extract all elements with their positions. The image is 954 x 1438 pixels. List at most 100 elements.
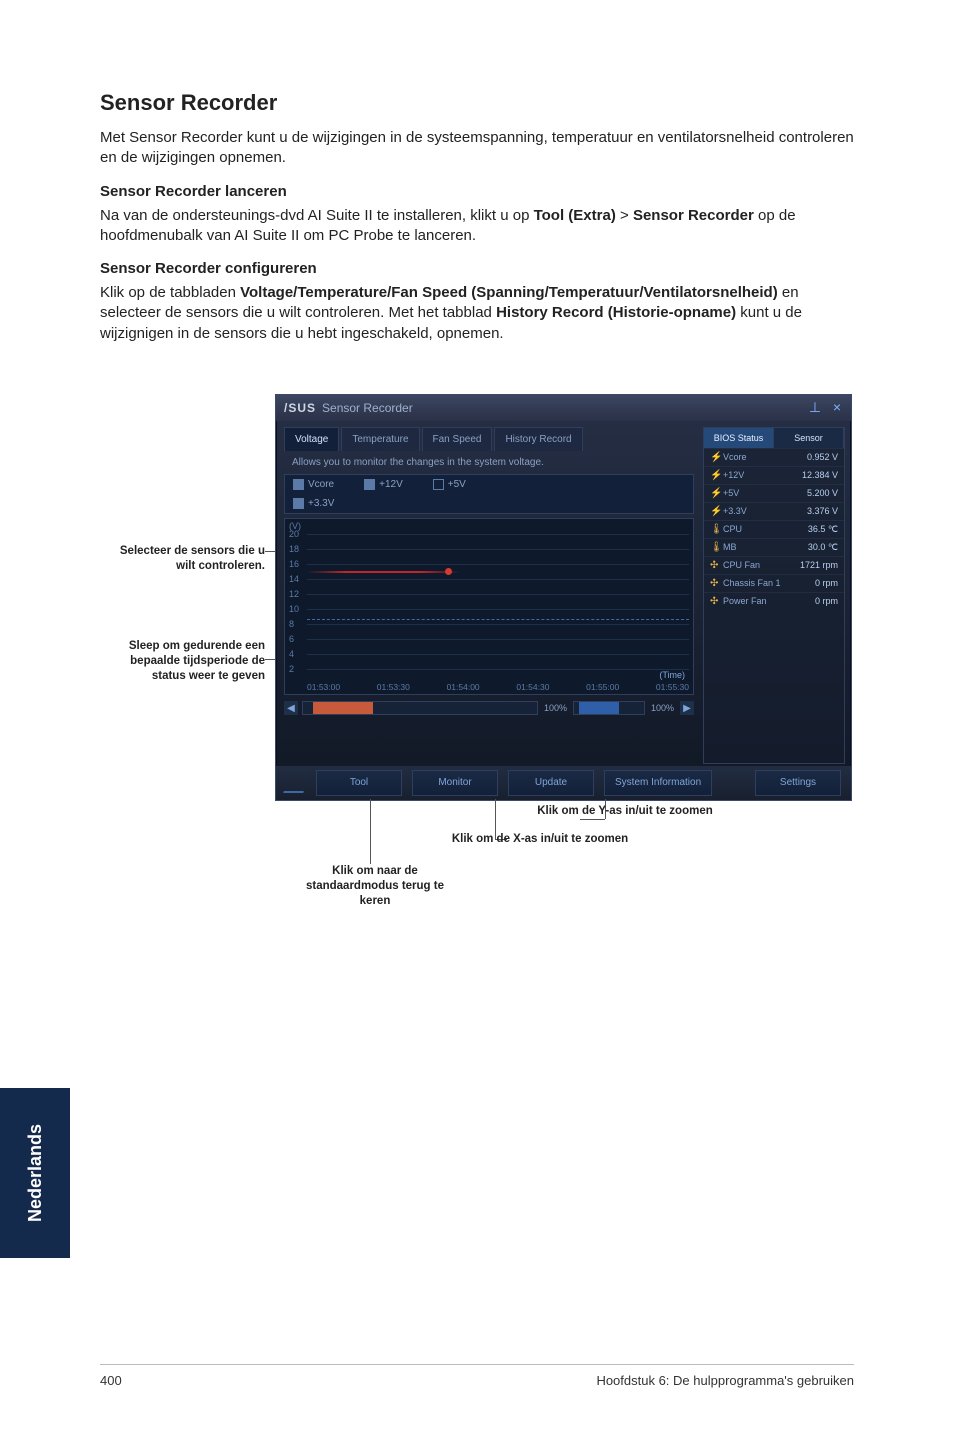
caption-text: Selecteer de sensors die u wilt controle… [120, 545, 265, 572]
check-p33v[interactable]: +3.3V [293, 498, 334, 509]
close-icon[interactable]: × [829, 399, 845, 415]
checkbox-icon [293, 498, 304, 509]
status-row: 🌡MB30.0 ℃ [704, 538, 844, 556]
timeline-scrollbar: ◀ 100% 100% ▶ [284, 698, 694, 718]
text: Klik op de tabbladen [100, 284, 240, 301]
chart-area: (V) 20 18 16 14 12 10 8 6 [284, 518, 694, 695]
text-bold: Tool (Extra) [534, 207, 616, 224]
status-value: 36.5 ℃ [808, 524, 838, 535]
callout-zoom-x: Klik om de X-as in/uit te zoomen [440, 832, 640, 847]
bottombar-settings[interactable]: Settings [755, 770, 841, 796]
ytick: 4 [289, 649, 294, 659]
asus-logo-icon [283, 773, 308, 793]
ytick: 18 [289, 544, 299, 554]
chapter-title: Hoofdstuk 6: De hulpprogramma's gebruike… [596, 1373, 854, 1388]
x-ticks: 01:53:00 01:53:30 01:54:00 01:54:30 01:5… [307, 682, 689, 692]
brand-text: /SUS [284, 401, 316, 415]
callout-default-mode: Klik om naar de standaardmodus terug te … [300, 864, 450, 909]
chart-series-line [307, 571, 689, 573]
text: Na van de ondersteunings-dvd AI Suite II… [100, 207, 534, 224]
status-value: 0.952 V [807, 452, 838, 463]
section2-title: Sensor Recorder configureren [100, 260, 854, 277]
chart-reference-line [307, 619, 689, 621]
ytick: 10 [289, 604, 299, 614]
scroll-thumb[interactable] [313, 702, 373, 714]
status-label: Power Fan [723, 596, 767, 606]
tab-voltage[interactable]: Voltage [284, 427, 339, 451]
intro-paragraph: Met Sensor Recorder kunt u de wijziginge… [100, 128, 854, 169]
chart-data-point [445, 568, 452, 575]
status-label: MB [723, 542, 737, 552]
ytick: 12 [289, 589, 299, 599]
status-row: ⚡+3.3V 3.376 V [704, 502, 844, 520]
text: > [616, 207, 633, 224]
ytick: 2 [289, 664, 294, 674]
section1-body: Na van de ondersteunings-dvd AI Suite II… [100, 206, 854, 247]
x-scroll-track[interactable] [302, 701, 538, 715]
xtick: 01:55:00 [586, 682, 619, 692]
status-panel: BIOS Status Sensor ⚡Vcore0.952 V ⚡+12V12… [703, 427, 845, 764]
bolt-icon: ⚡ [710, 488, 720, 499]
bottombar-monitor[interactable]: Monitor [412, 770, 498, 796]
status-label: +12V [723, 470, 744, 480]
tab-fan-speed[interactable]: Fan Speed [422, 427, 493, 451]
sensor-check-row2: +3.3V [284, 494, 694, 514]
status-label: +3.3V [723, 506, 747, 516]
status-value: 3.376 V [807, 506, 838, 517]
ytick: 14 [289, 574, 299, 584]
fan-icon: ✣ [710, 578, 720, 589]
check-vcore[interactable]: Vcore [293, 479, 334, 490]
ytick: 16 [289, 559, 299, 569]
status-value: 30.0 ℃ [808, 542, 838, 553]
status-row: ✣CPU Fan1721 rpm [704, 556, 844, 574]
callout-zoom-y: Klik om de Y-as in/uit te zoomen [525, 804, 725, 819]
scroll-right-button[interactable]: ▶ [680, 701, 694, 715]
status-label: CPU Fan [723, 560, 760, 570]
tab-history[interactable]: History Record [494, 427, 582, 451]
scroll-thumb[interactable] [579, 702, 619, 714]
thermo-icon: 🌡 [710, 524, 720, 535]
check-label: +3.3V [308, 498, 334, 509]
xtick: 01:53:30 [377, 682, 410, 692]
status-row: ⚡+12V12.384 V [704, 466, 844, 484]
bolt-icon: ⚡ [710, 452, 720, 463]
language-label: Nederlands [25, 1124, 46, 1222]
checkbox-icon [293, 479, 304, 490]
tab-description: Allows you to monitor the changes in the… [284, 451, 694, 474]
status-value: 5.200 V [807, 488, 838, 499]
status-tab-sensor[interactable]: Sensor [774, 428, 844, 448]
bottombar-tool[interactable]: Tool [316, 770, 402, 796]
ytick: 20 [289, 529, 299, 539]
fan-icon: ✣ [710, 560, 720, 571]
checkbox-icon [364, 479, 375, 490]
status-tab-bios[interactable]: BIOS Status [704, 428, 774, 448]
status-label: Vcore [723, 452, 747, 462]
figure-block: Selecteer de sensors die u wilt controle… [100, 394, 854, 914]
status-value: 0 rpm [815, 596, 838, 607]
scroll-left-button[interactable]: ◀ [284, 701, 298, 715]
pin-icon[interactable]: ⊥ [807, 399, 823, 415]
callout-line [370, 799, 371, 864]
x-axis-label: (Time) [659, 670, 685, 680]
bolt-icon: ⚡ [710, 506, 720, 517]
status-row: ✣Power Fan0 rpm [704, 592, 844, 610]
text-bold: History Record (Historie-opname) [496, 304, 736, 321]
check-p12v[interactable]: +12V [364, 479, 403, 490]
window-titlebar: /SUS Sensor Recorder ⊥ × [276, 395, 851, 421]
check-label: +5V [448, 479, 466, 490]
bolt-icon: ⚡ [710, 470, 720, 481]
xtick: 01:55:30 [656, 682, 689, 692]
y-scroll-track[interactable] [573, 701, 645, 715]
check-label: +12V [379, 479, 403, 490]
check-p5v[interactable]: +5V [433, 479, 466, 490]
bottombar-sysinfo[interactable]: System Information [604, 770, 712, 796]
bottombar-update[interactable]: Update [508, 770, 594, 796]
status-header: BIOS Status Sensor [704, 428, 844, 448]
xtick: 01:53:00 [307, 682, 340, 692]
page-footer: 400 Hoofdstuk 6: De hulpprogramma's gebr… [100, 1364, 854, 1388]
ytick: 8 [289, 619, 294, 629]
zoom-y-label: 100% [649, 703, 676, 713]
tab-temperature[interactable]: Temperature [341, 427, 419, 451]
sensor-recorder-window: /SUS Sensor Recorder ⊥ × Voltage Tempera… [275, 394, 852, 801]
page-number: 400 [100, 1373, 122, 1388]
